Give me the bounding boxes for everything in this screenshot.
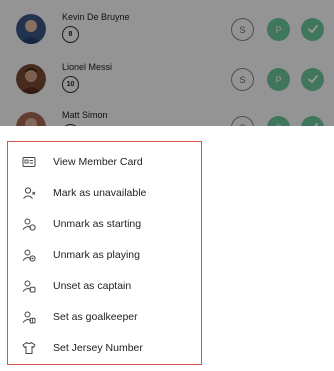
playing-toggle-button[interactable]: P xyxy=(267,18,290,41)
available-toggle-button[interactable] xyxy=(301,18,324,41)
playing-toggle-button[interactable]: P xyxy=(267,116,290,126)
users-captain-icon xyxy=(22,279,36,293)
player-name: Lionel Messi xyxy=(62,62,113,72)
starting-toggle-button[interactable]: S xyxy=(231,68,254,91)
avatar xyxy=(16,112,46,126)
starting-toggle-button[interactable]: S xyxy=(231,18,254,41)
avatar xyxy=(16,14,46,44)
checkmark-icon xyxy=(307,73,319,87)
menu-item-unmark-playing[interactable]: Unmark as playing xyxy=(8,239,201,270)
menu-item-label: Set as goalkeeper xyxy=(53,310,138,323)
checkmark-icon xyxy=(307,23,319,37)
menu-item-view-member-card[interactable]: View Member Card xyxy=(8,146,201,177)
jersey-icon xyxy=(22,341,36,355)
users-playing-icon xyxy=(22,248,36,262)
player-row[interactable]: Kevin De Bruyne 8 S P xyxy=(0,8,334,54)
checkmark-icon xyxy=(307,121,319,126)
player-context-menu: View Member Card Mark as unavailable Unm… xyxy=(7,141,202,365)
jersey-number-badge: 10 xyxy=(62,76,79,93)
menu-item-label: Set Jersey Number xyxy=(53,341,143,354)
playing-toggle-button[interactable]: P xyxy=(267,68,290,91)
menu-item-label: View Member Card xyxy=(53,155,143,168)
menu-item-unmark-starting[interactable]: Unmark as starting xyxy=(8,208,201,239)
player-row[interactable]: Lionel Messi 10 S P xyxy=(0,58,334,104)
menu-item-unset-captain[interactable]: Unset as captain xyxy=(8,270,201,301)
jersey-number-badge xyxy=(62,124,79,126)
users-goalkeeper-icon xyxy=(22,310,36,324)
avatar xyxy=(16,64,46,94)
user-x-icon xyxy=(22,186,36,200)
player-list: Kevin De Bruyne 8 S P Lionel Messi 10 S … xyxy=(0,0,334,126)
menu-item-set-goalkeeper[interactable]: Set as goalkeeper xyxy=(8,301,201,332)
menu-item-label: Mark as unavailable xyxy=(53,186,147,199)
menu-item-label: Unmark as playing xyxy=(53,248,140,261)
menu-item-mark-unavailable[interactable]: Mark as unavailable xyxy=(8,177,201,208)
player-name: Kevin De Bruyne xyxy=(62,12,130,22)
available-toggle-button[interactable] xyxy=(301,68,324,91)
starting-toggle-button[interactable]: S xyxy=(231,116,254,126)
player-name: Matt Simon xyxy=(62,110,108,120)
available-toggle-button[interactable] xyxy=(301,116,324,126)
menu-item-label: Unmark as starting xyxy=(53,217,142,230)
menu-item-set-jersey-number[interactable]: Set Jersey Number xyxy=(8,332,201,363)
player-row[interactable]: Matt Simon S P xyxy=(0,106,334,126)
menu-item-label: Unset as captain xyxy=(53,279,132,292)
jersey-number-badge: 8 xyxy=(62,26,79,43)
users-starting-icon xyxy=(22,217,36,231)
member-card-icon xyxy=(22,155,36,169)
